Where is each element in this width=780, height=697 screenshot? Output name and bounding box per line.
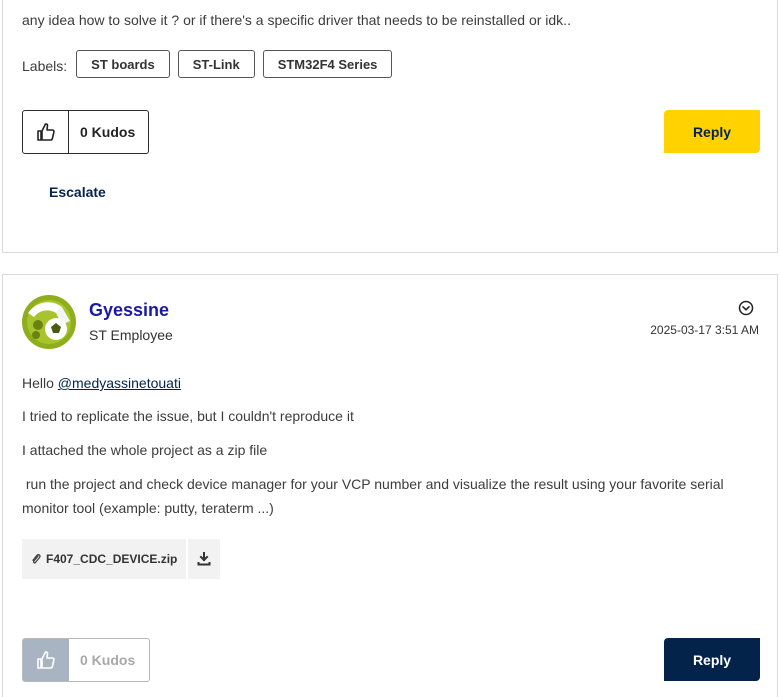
attachment-link[interactable]: F407_CDC_DEVICE.zip <box>22 539 187 579</box>
options-circle-chevron-icon[interactable] <box>738 300 754 316</box>
greeting-text: Hello <box>22 375 58 391</box>
labels-title: Labels: <box>22 58 68 74</box>
label-st-link[interactable]: ST-Link <box>177 50 255 78</box>
thumbs-up-icon <box>36 123 55 141</box>
post-card-2: Gyessine ST Employee 2025-03-17 3:51 AM … <box>2 274 778 697</box>
kudos-widget: 0 Kudos <box>22 110 149 154</box>
author-role: ST Employee <box>89 327 173 343</box>
download-button[interactable] <box>188 539 221 579</box>
body-line-2: I attached the whole project as a zip fi… <box>22 442 268 458</box>
post-date: 2025-03-17 3:51 AM <box>650 323 759 337</box>
avatar-image <box>22 295 76 349</box>
escalate-link[interactable]: Escalate <box>49 184 106 200</box>
avatar[interactable] <box>22 295 76 349</box>
kudos-widget-2: 0 Kudos <box>22 638 150 682</box>
attachment: F407_CDC_DEVICE.zip <box>22 539 221 579</box>
author-name-link[interactable]: Gyessine <box>89 300 169 321</box>
reply-button-2[interactable]: Reply <box>664 638 760 681</box>
mention-link[interactable]: @medyassinetouati <box>58 375 181 391</box>
kudos-button[interactable] <box>23 111 69 153</box>
kudos-button-2[interactable] <box>23 639 69 681</box>
greeting-line: Hello @medyassinetouati <box>22 371 181 395</box>
kudos-count-2: 0 Kudos <box>80 652 136 668</box>
paperclip-icon <box>32 553 41 564</box>
thumbs-up-icon <box>36 651 55 669</box>
kudos-count: 0 Kudos <box>80 124 136 140</box>
labels-row: Labels: ST boards ST-Link STM32F4 Series <box>22 50 400 78</box>
body-line-3a: run the project and check device manager… <box>22 476 724 492</box>
reply-button[interactable]: Reply <box>664 110 760 153</box>
body-line-1: I tried to replicate the issue, but I co… <box>22 408 354 424</box>
label-st-boards[interactable]: ST boards <box>76 50 170 78</box>
label-stm32f4-series[interactable]: STM32F4 Series <box>262 50 393 78</box>
post-body-text: any idea how to solve it ? or if there's… <box>22 12 571 28</box>
body-line-3b: monitor tool (example: putty, teraterm .… <box>22 500 274 516</box>
post-card-1: any idea how to solve it ? or if there's… <box>2 0 778 253</box>
attachment-filename: F407_CDC_DEVICE.zip <box>46 552 178 566</box>
download-icon <box>197 552 211 566</box>
